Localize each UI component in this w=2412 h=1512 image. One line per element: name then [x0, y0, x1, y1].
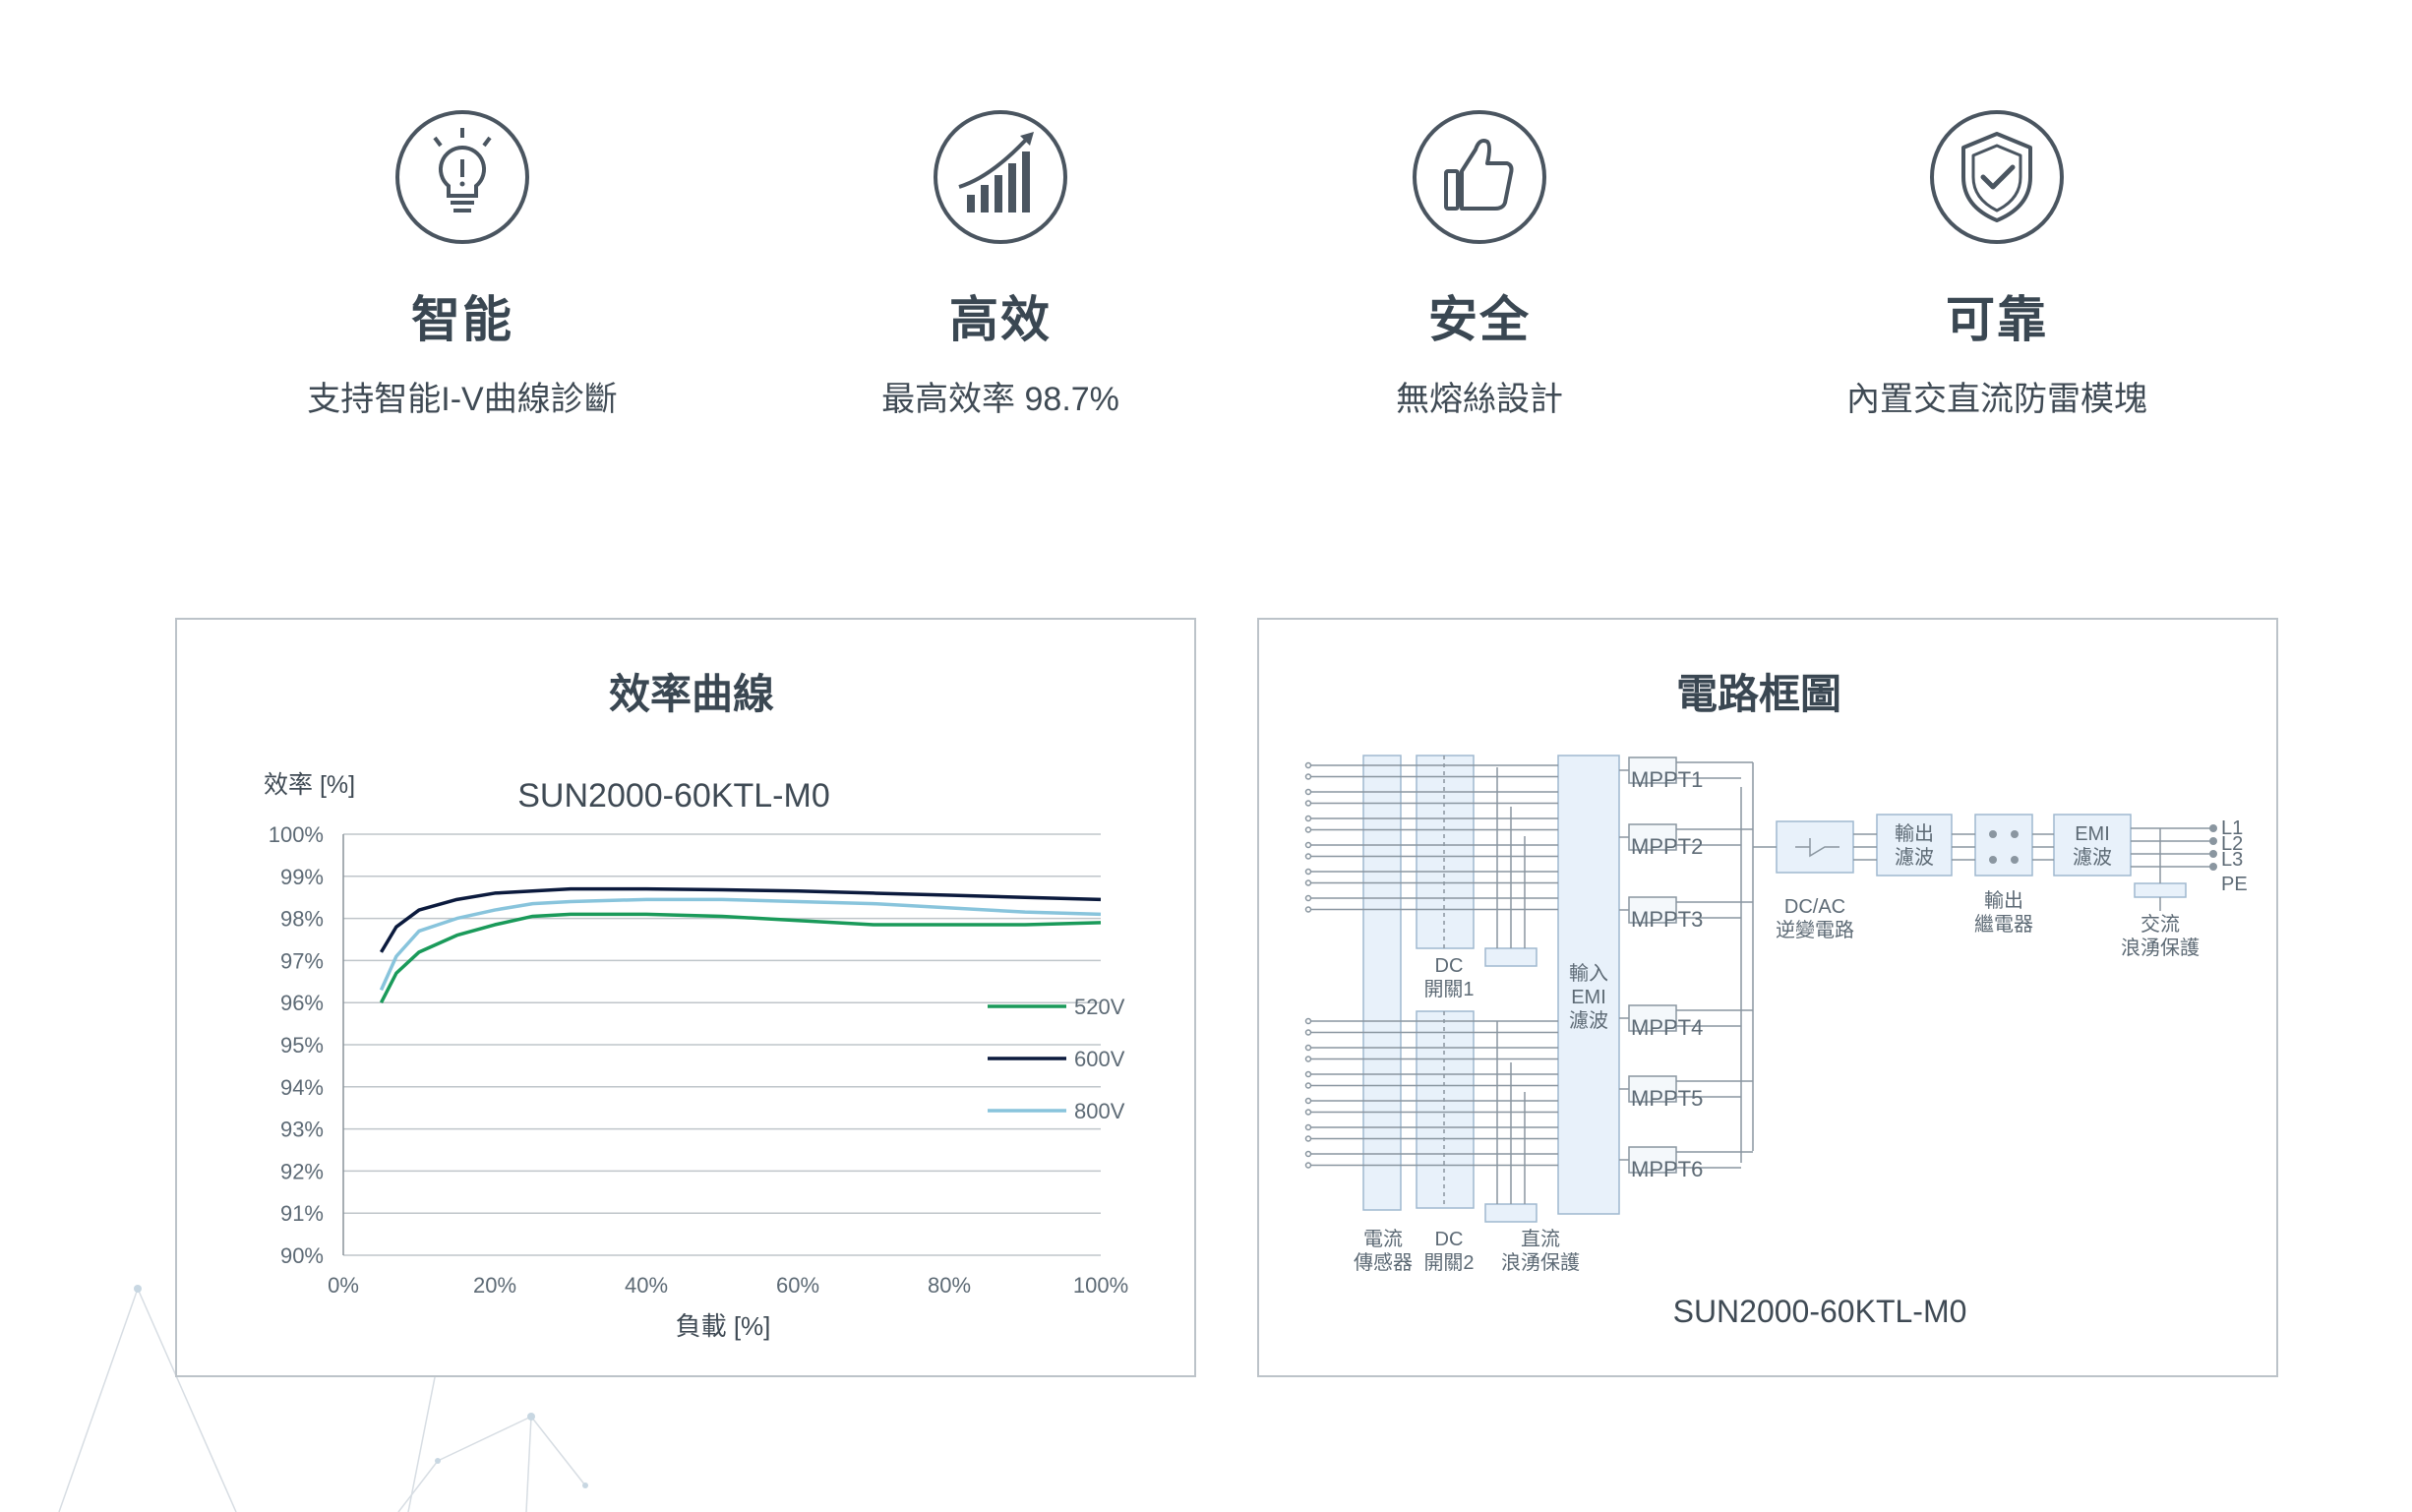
- panel-heading: 電路框圖: [1676, 671, 1841, 717]
- input-terminal: [1304, 1070, 1312, 1078]
- input-emi-label: 濾波: [1569, 1009, 1608, 1032]
- input-terminal: [1304, 841, 1312, 849]
- legend-label: 600V: [1074, 1047, 1125, 1071]
- dc-switch2-label: 開關2: [1423, 1252, 1474, 1274]
- feature-desc: 無熔絲設計: [1396, 381, 1563, 418]
- efficiency-panel: 效率曲線 SUN2000-60KTL-M0 效率 [%] 負載 [%] 90% 9…: [175, 618, 1196, 1377]
- feature-desc: 內置交直流防雷模塊: [1846, 381, 2147, 418]
- output-filter-label: 濾波: [1895, 846, 1934, 869]
- x-axis-label: 負載 [%]: [676, 1311, 771, 1341]
- lightbulb-icon: [395, 110, 529, 244]
- y-tick-label: 90%: [280, 1243, 324, 1268]
- output-filter-label: 輸出: [1895, 822, 1934, 845]
- ac-surge-label: 浪湧保護: [2121, 937, 2200, 959]
- input-terminal: [1304, 1097, 1312, 1105]
- input-emi-label: 輸入: [1569, 962, 1608, 985]
- feature-title: 高效: [949, 292, 1052, 347]
- y-tick-label: 100%: [269, 822, 324, 847]
- emi-filter-label: 濾波: [2073, 846, 2112, 869]
- input-terminal: [1304, 868, 1312, 876]
- output-relay-label: 輸出: [1984, 889, 2023, 912]
- input-terminal: [1304, 826, 1312, 833]
- circuit-panel: 電路框圖 MPPT1 MPPT2 MPPT3 MPPT4 MPPT5 MPPT6…: [1257, 618, 2278, 1377]
- input-terminal: [1304, 800, 1312, 807]
- input-terminal: [1304, 1123, 1312, 1131]
- input-terminal: [1304, 1109, 1312, 1116]
- feature-title: 可靠: [1946, 292, 2048, 347]
- input-terminal: [1304, 788, 1312, 796]
- dcac-label: 逆變電路: [1776, 919, 1854, 941]
- dc-switch1-label: 開關1: [1423, 979, 1474, 1000]
- y-tick-label: 96%: [280, 991, 324, 1015]
- y-axis-label: 效率 [%]: [264, 771, 355, 799]
- series-line-800V: [379, 897, 1102, 992]
- input-terminal: [1304, 815, 1312, 822]
- input-terminal: [1304, 1162, 1312, 1169]
- emi-filter-label: EMI: [2075, 823, 2110, 845]
- phase-label: PE: [2221, 874, 2248, 895]
- dc-surge-label: 直流: [1521, 1228, 1560, 1250]
- x-tick-label: 80%: [928, 1273, 971, 1298]
- circuit-diagram: 電路框圖 MPPT1 MPPT2 MPPT3 MPPT4 MPPT5 MPPT6…: [1304, 671, 2248, 1329]
- y-tick-label: 94%: [280, 1075, 324, 1100]
- x-tick-label: 100%: [1073, 1273, 1128, 1298]
- thumbs-up-icon: [1413, 110, 1546, 244]
- feature-title: 智能: [411, 292, 513, 347]
- input-terminal: [1304, 1017, 1312, 1025]
- mppt-label: MPPT3: [1631, 907, 1703, 932]
- input-terminal: [1304, 879, 1312, 886]
- input-terminal: [1304, 1029, 1312, 1036]
- input-terminal: [1304, 1044, 1312, 1052]
- current-sensor-label: 電流: [1363, 1228, 1403, 1250]
- phase-label: L3: [2221, 849, 2243, 871]
- mppt-label: MPPT2: [1631, 834, 1703, 859]
- y-tick-label: 95%: [280, 1033, 324, 1058]
- x-tick-label: 60%: [776, 1273, 819, 1298]
- input-terminal: [1304, 894, 1312, 902]
- shield-check-icon: [1930, 110, 2064, 244]
- input-emi-label: EMI: [1571, 987, 1606, 1008]
- dc-switch2-label: DC: [1435, 1229, 1464, 1250]
- feature-title: 安全: [1428, 292, 1531, 347]
- feature-desc: 最高效率 98.7%: [881, 381, 1119, 418]
- panel-heading: 效率曲線: [609, 671, 774, 717]
- input-terminal: [1304, 761, 1312, 769]
- dcac-label: DC/AC: [1784, 896, 1845, 918]
- legend-label: 520V: [1074, 995, 1125, 1019]
- mppt-label: MPPT4: [1631, 1015, 1703, 1040]
- y-tick-label: 99%: [280, 865, 324, 889]
- x-tick-label: 20%: [473, 1273, 516, 1298]
- y-tick-label: 91%: [280, 1201, 324, 1226]
- ac-surge-label: 交流: [2141, 913, 2180, 936]
- input-terminal: [1304, 773, 1312, 780]
- circuit-model-label: SUN2000-60KTL-M0: [1673, 1294, 1967, 1329]
- series-line-520V: [379, 912, 1102, 1004]
- input-terminal: [1304, 906, 1312, 913]
- y-tick-label: 93%: [280, 1118, 324, 1142]
- input-terminal: [1304, 1150, 1312, 1158]
- current-sensor-label: 傳感器: [1354, 1251, 1413, 1274]
- y-tick-label: 98%: [280, 907, 324, 932]
- x-tick-label: 40%: [625, 1273, 668, 1298]
- dc-surge-label: 浪湧保護: [1501, 1251, 1580, 1274]
- input-terminal: [1304, 1082, 1312, 1089]
- input-terminal: [1304, 1056, 1312, 1062]
- efficiency-chart: 效率曲線 SUN2000-60KTL-M0 效率 [%] 負載 [%] 90% 9…: [264, 671, 1128, 1341]
- mppt-label: MPPT1: [1631, 767, 1703, 792]
- legend-label: 800V: [1074, 1099, 1125, 1123]
- y-tick-label: 92%: [280, 1159, 324, 1183]
- growth-chart-icon: [934, 110, 1067, 244]
- chart-title: SUN2000-60KTL-M0: [517, 777, 829, 815]
- input-terminal: [1304, 1135, 1312, 1142]
- mppt-label: MPPT6: [1631, 1157, 1703, 1181]
- mppt-label: MPPT5: [1631, 1086, 1703, 1111]
- output-relay-label: 繼電器: [1974, 913, 2033, 936]
- feature-desc: 支持智能I-V曲線診斷: [307, 381, 618, 418]
- input-terminal: [1304, 853, 1312, 860]
- y-tick-label: 97%: [280, 948, 324, 973]
- x-tick-label: 0%: [328, 1273, 359, 1298]
- dc-switch1-label: DC: [1435, 955, 1464, 977]
